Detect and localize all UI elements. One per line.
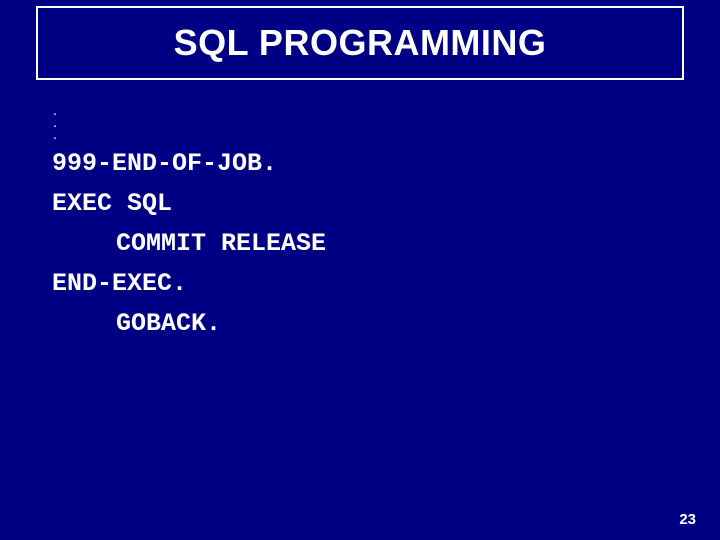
page-number: 23 <box>679 511 696 528</box>
ellipsis-dot: . <box>52 132 680 144</box>
slide: SQL PROGRAMMING . . . 999-END-OF-JOB. EX… <box>0 0 720 540</box>
title-box: SQL PROGRAMMING <box>36 6 684 80</box>
code-line: EXEC SQL <box>52 184 680 224</box>
slide-title: SQL PROGRAMMING <box>174 22 547 64</box>
code-line: GOBACK. <box>52 304 680 344</box>
ellipsis-dot: . <box>52 120 680 132</box>
code-line: END-EXEC. <box>52 264 680 304</box>
ellipsis-dot: . <box>52 108 680 120</box>
code-block: . . . 999-END-OF-JOB. EXEC SQL COMMIT RE… <box>52 108 680 344</box>
code-line: COMMIT RELEASE <box>52 224 680 264</box>
code-line: 999-END-OF-JOB. <box>52 144 680 184</box>
